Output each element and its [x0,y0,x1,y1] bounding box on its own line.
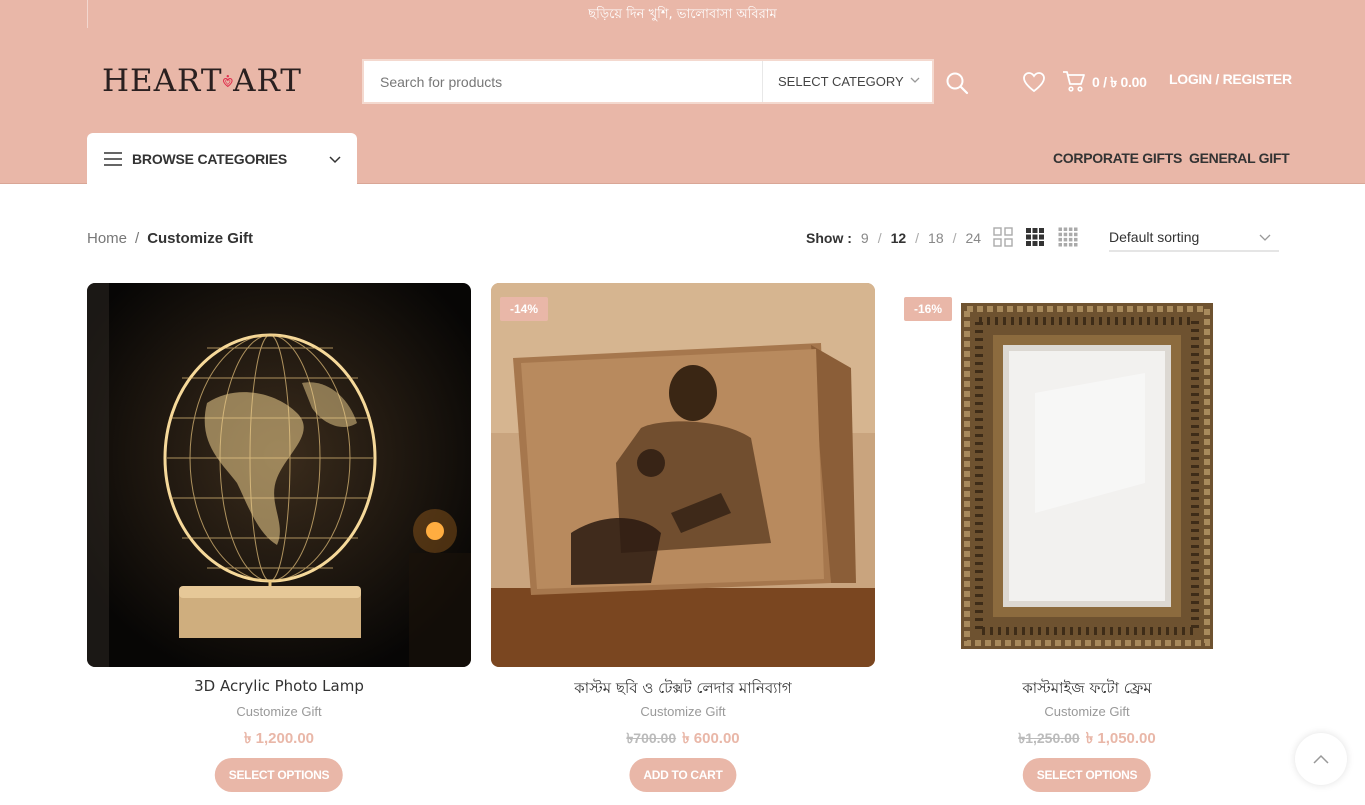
per-page-option-active[interactable]: 12 [891,230,907,246]
product-price: ৳ 1,200.00 [87,727,471,752]
chevron-down-icon [1259,234,1271,241]
product-image[interactable] [87,283,471,667]
logo-wordmark: HEART ART [102,58,302,104]
current-price: ৳ 1,050.00 [1085,730,1156,747]
current-price: ৳ 600.00 [682,730,740,747]
per-page-option[interactable]: 18 [928,230,944,246]
cart-total[interactable]: 0 / ৳ 0.00 [1092,71,1147,95]
current-price: ৳ 1,200.00 [243,730,315,747]
scroll-to-top-button[interactable] [1295,733,1347,785]
product-title[interactable]: 3D Acrylic Photo Lamp [87,677,471,695]
per-page-selector: Show : 9 / 12 / 18 / 24 [806,230,981,246]
globe-lamp-image [87,283,471,667]
per-page-separator: / [915,230,920,246]
category-select[interactable]: SELECT CATEGORY [762,61,932,102]
product-title[interactable]: কাস্টম ছবি ও টেক্সট লেদার মানিব্যাগ [491,677,875,702]
product-title[interactable]: কাস্টমাইজ ফটো ফ্রেম [895,677,1279,702]
chevron-down-icon [910,77,920,83]
per-page-separator: / [877,230,882,246]
product-card: -14% কাস্টম ছবি ও টেক্সট লেদার মানিব্যাগ… [491,283,875,792]
site-header: HEART ART SELECT CATEGORY 0 / ৳ 0.00 LOG… [0,28,1365,184]
add-to-cart-button[interactable]: ADD TO CART [629,758,737,792]
product-image[interactable]: -14% [491,283,875,667]
product-category[interactable]: Customize Gift [895,704,1279,719]
grid-4-icon[interactable] [1058,227,1078,247]
discount-badge: -14% [500,297,549,321]
logo-text-left: HEART [102,63,223,99]
browse-categories-label: BROWSE CATEGORIES [132,150,288,167]
product-card: 3D Acrylic Photo Lamp Customize Gift ৳ 1… [87,283,471,792]
per-page-option[interactable]: 9 [861,230,869,246]
photo-frame-image [895,283,1279,667]
heart-icon[interactable] [1022,70,1046,94]
product-card: -16% কাস্টমাইজ ফটো ফ্রেম Customize Gift … [895,283,1279,792]
product-category[interactable]: Customize Gift [87,704,471,719]
sort-select-label: Default sorting [1109,229,1200,245]
search-input[interactable] [364,61,762,102]
leather-wallet-image [491,283,875,667]
announcement-bar: ছড়িয়ে দিন খুশি, ভালোবাসা অবিরাম [0,0,1365,28]
per-page-option[interactable]: 24 [966,230,982,246]
breadcrumb-home[interactable]: Home [87,230,127,247]
grid-3-icon[interactable] [1025,227,1045,247]
nav-general-gift[interactable]: GENERAL GIFT [1189,150,1290,166]
old-price: ৳1,250.00 [1018,730,1080,746]
product-image[interactable]: -16% [895,283,1279,667]
chevron-down-icon [329,156,341,164]
product-price: ৳1,250.00 ৳ 1,050.00 [895,727,1279,752]
select-options-button[interactable]: SELECT OPTIONS [1022,758,1152,792]
breadcrumb: Home / Customize Gift [87,230,253,247]
site-logo[interactable]: HEART ART [102,58,302,108]
logo-text-right: ART [233,63,302,99]
search-icon[interactable] [944,70,970,96]
breadcrumb-current: Customize Gift [147,230,254,247]
sort-select[interactable]: Default sorting [1109,222,1279,252]
login-register-link[interactable]: LOGIN / REGISTER [1169,71,1292,87]
select-options-button[interactable]: SELECT OPTIONS [214,758,344,792]
announcement-text: ছড়িয়ে দিন খুশি, ভালোবাসা অবিরাম [588,7,777,22]
per-page-label: Show : [806,230,852,246]
nav-corporate-gifts[interactable]: CORPORATE GIFTS [1053,150,1182,166]
search-bar: SELECT CATEGORY [362,59,934,104]
per-page-separator: / [952,230,957,246]
chevron-up-icon [1313,754,1329,764]
breadcrumb-separator: / [135,230,140,247]
category-select-label: SELECT CATEGORY [778,74,904,89]
grid-2-icon[interactable] [993,227,1013,247]
browse-categories-button[interactable]: BROWSE CATEGORIES [87,133,357,184]
old-price: ৳700.00 [626,730,677,746]
product-category[interactable]: Customize Gift [491,704,875,719]
logo-heart-icon [222,75,233,88]
product-price: ৳700.00 ৳ 600.00 [491,727,875,752]
menu-icon [104,151,122,166]
cart-icon[interactable] [1062,69,1086,93]
discount-badge: -16% [904,297,953,321]
